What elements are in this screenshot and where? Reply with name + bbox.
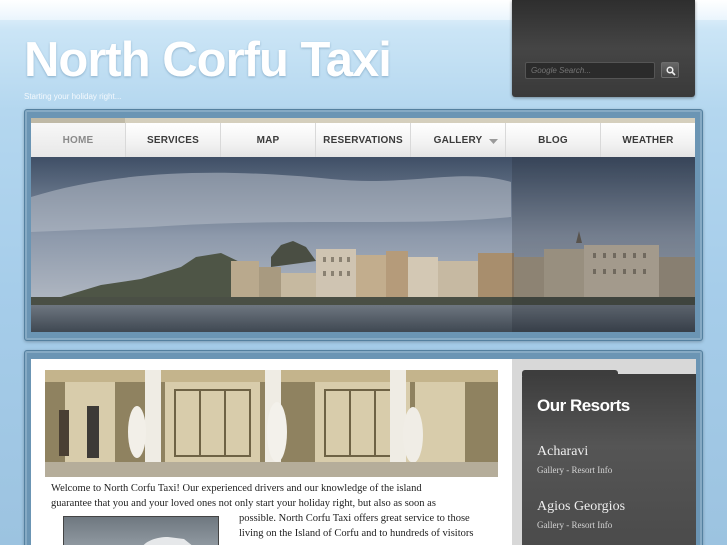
- nav-item-gallery-label: GALLERY: [433, 134, 483, 146]
- sidebar-tab: [522, 370, 618, 376]
- main-nav: HOME SERVICES MAP RESERVATIONS GALLERY B…: [31, 118, 695, 157]
- nav-item-map[interactable]: MAP: [221, 123, 316, 157]
- nav-item-blog[interactable]: BLOG: [506, 123, 601, 157]
- gallery-link[interactable]: Gallery: [537, 465, 564, 475]
- nav-item-gallery[interactable]: GALLERY: [411, 123, 506, 157]
- magnifier-icon: [666, 66, 676, 76]
- site-title[interactable]: North Corfu Taxi: [24, 32, 392, 88]
- hero-image-corfu-town: [31, 157, 695, 332]
- link-separator: -: [564, 465, 572, 475]
- resort-item-agios-georgios: Agios Georgios Gallery - Resort Info: [537, 499, 625, 530]
- gallery-link[interactable]: Gallery: [537, 520, 564, 530]
- search-input[interactable]: [525, 62, 655, 79]
- nav-item-weather[interactable]: WEATHER: [601, 123, 695, 157]
- resort-info-link[interactable]: Resort Info: [572, 520, 613, 530]
- achilleion-photo: [45, 370, 498, 477]
- nav-item-reservations[interactable]: RESERVATIONS: [316, 123, 411, 157]
- site-tagline: Starting your holiday right...: [24, 92, 122, 101]
- taxi-car-photo: [63, 516, 219, 545]
- resort-links: Gallery - Resort Info: [537, 520, 625, 530]
- search-panel: [512, 0, 695, 97]
- resort-name-link[interactable]: Agios Georgios: [537, 499, 625, 515]
- welcome-text-line: guarantee that you and your loved ones n…: [51, 498, 436, 509]
- sidebar-title: Our Resorts: [537, 396, 630, 415]
- resorts-sidebar: Our Resorts Acharavi Gallery - Resort In…: [522, 370, 696, 545]
- resort-name-link[interactable]: Acharavi: [537, 444, 612, 460]
- chevron-down-icon: [489, 139, 498, 144]
- nav-item-home[interactable]: HOME: [31, 118, 126, 157]
- link-separator: -: [564, 520, 572, 530]
- nav-item-services[interactable]: SERVICES: [126, 123, 221, 157]
- main-content: Welcome to North Corfu Taxi! Our experie…: [31, 359, 512, 545]
- search-button[interactable]: [661, 62, 679, 78]
- welcome-text-line: Welcome to North Corfu Taxi! Our experie…: [51, 483, 422, 494]
- resort-info-link[interactable]: Resort Info: [572, 465, 613, 475]
- resort-links: Gallery - Resort Info: [537, 465, 612, 475]
- resort-item-acharavi: Acharavi Gallery - Resort Info: [537, 444, 612, 475]
